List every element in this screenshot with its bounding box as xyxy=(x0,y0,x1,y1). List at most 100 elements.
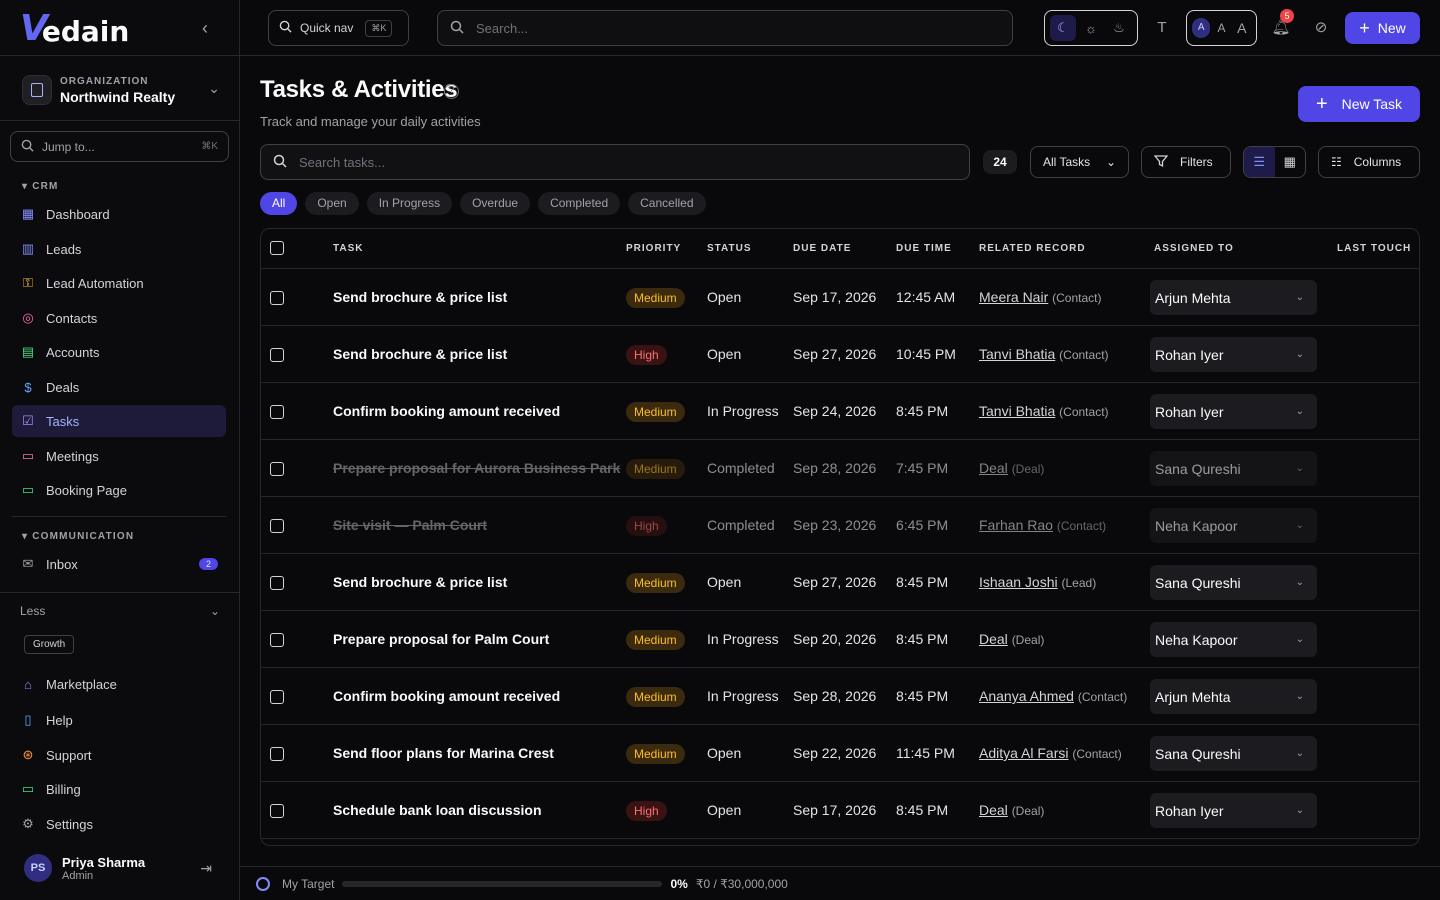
related-record-link[interactable]: Tanvi Bhatia xyxy=(979,346,1055,362)
logout-icon[interactable]: ⇥ xyxy=(200,860,212,877)
font-size-small[interactable]: A xyxy=(1192,18,1211,38)
collapse-sidebar-icon[interactable]: ‹ xyxy=(196,18,214,38)
sidebar-item-help[interactable]: ▯ Help xyxy=(12,704,226,736)
assignee-select[interactable]: Sana Qureshi ⌄ xyxy=(1150,736,1317,771)
assignee-select[interactable]: Sana Qureshi ⌄ xyxy=(1150,451,1317,486)
sidebar-item-contacts[interactable]: ◎ Contacts xyxy=(12,302,226,334)
flame-icon[interactable]: ♨ xyxy=(1106,15,1132,41)
tab-cancelled[interactable]: Cancelled xyxy=(628,192,706,215)
table-row[interactable]: Send brochure & price list Medium Open Sep … xyxy=(261,269,1419,326)
row-checkbox[interactable] xyxy=(270,348,284,362)
section-crm[interactable]: ▾ CRM xyxy=(22,181,59,192)
assignee-select[interactable]: Rohan Iyer ⌄ xyxy=(1150,337,1317,372)
task-name[interactable]: Prepare proposal for Palm Court xyxy=(333,631,549,647)
tab-overdue[interactable]: Overdue xyxy=(460,192,531,215)
tab-in-progress[interactable]: In Progress xyxy=(366,192,453,215)
org-switcher[interactable]: ORGANIZATION Northwind Realty ⌄ xyxy=(12,66,230,114)
table-row[interactable]: Send brochure & price list High Open Sep 27… xyxy=(261,326,1419,383)
task-search-input[interactable]: Search tasks... xyxy=(260,144,970,180)
row-checkbox[interactable] xyxy=(270,405,284,419)
jump-to-input[interactable]: Jump to... ⌘K xyxy=(10,131,229,162)
table-row[interactable]: Schedule bank loan discussion High Open Sep… xyxy=(261,782,1419,839)
row-checkbox[interactable] xyxy=(270,747,284,761)
quick-nav-button[interactable]: Quick nav ⌘K xyxy=(268,10,409,46)
font-size-large[interactable]: A xyxy=(1233,18,1251,38)
help-icon[interactable]: ? xyxy=(444,84,459,99)
section-communication[interactable]: ▾ COMMUNICATION xyxy=(22,531,134,542)
related-record-link[interactable]: Ananya Ahmed xyxy=(979,688,1074,704)
table-row[interactable]: Send floor plans for Marina Crest Medium O… xyxy=(261,725,1419,782)
sidebar-item-marketplace[interactable]: ⌂ Marketplace xyxy=(12,668,226,700)
assignee-select[interactable]: Sana Qureshi ⌄ xyxy=(1150,565,1317,600)
task-name[interactable]: Send brochure & price list xyxy=(333,346,507,362)
moon-icon[interactable]: ☾ xyxy=(1050,15,1076,41)
table-row[interactable]: Send brochure & price list Medium Open Sep … xyxy=(261,554,1419,611)
font-size-medium[interactable]: A xyxy=(1212,18,1230,38)
sidebar-item-inbox[interactable]: ✉ Inbox 2 xyxy=(12,548,226,580)
table-row[interactable]: Prepare proposal for Aurora Business Par… xyxy=(261,440,1419,497)
row-checkbox[interactable] xyxy=(270,291,284,305)
sidebar-item-accounts[interactable]: ▤ Accounts xyxy=(12,336,226,368)
list-view-icon[interactable]: ☰ xyxy=(1244,147,1275,177)
user-profile[interactable]: PS Priya Sharma Admin ⇥ xyxy=(24,852,224,884)
sidebar-item-support[interactable]: ⊛ Support xyxy=(12,739,226,771)
tab-completed[interactable]: Completed xyxy=(538,192,621,215)
row-checkbox[interactable] xyxy=(270,519,284,533)
view-select[interactable]: All Tasks ⌄ xyxy=(1030,146,1129,178)
sidebar-item-leads[interactable]: ▥ Leads xyxy=(12,233,226,265)
task-name[interactable]: Site visit — Palm Court xyxy=(333,517,487,533)
task-name[interactable]: Send brochure & price list xyxy=(333,289,507,305)
row-checkbox[interactable] xyxy=(270,462,284,476)
related-record-link[interactable]: Aditya Al Farsi xyxy=(979,745,1068,761)
assignee-select[interactable]: Rohan Iyer ⌄ xyxy=(1150,394,1317,429)
assignee-select[interactable]: Rohan Iyer ⌄ xyxy=(1150,793,1317,828)
columns-button[interactable]: ☷ Columns xyxy=(1318,146,1420,178)
new-task-button[interactable]: + New Task xyxy=(1298,86,1420,122)
assignee-select[interactable]: Arjun Mehta ⌄ xyxy=(1150,280,1317,315)
sidebar-item-billing[interactable]: ▭ Billing xyxy=(12,773,226,805)
assignee-select[interactable]: Arjun Mehta ⌄ xyxy=(1150,679,1317,714)
table-row[interactable]: Prepare proposal for Palm Court Medium In … xyxy=(261,611,1419,668)
task-name[interactable]: Prepare proposal for Aurora Business Par… xyxy=(333,460,620,476)
task-name[interactable]: Send floor plans for Marina Crest xyxy=(333,745,554,761)
col-task[interactable]: TASK xyxy=(333,243,363,254)
bell-off-icon[interactable]: ⊘ xyxy=(1311,18,1331,38)
table-row[interactable]: Confirm booking amount received Medium In … xyxy=(261,383,1419,440)
related-record-link[interactable]: Deal xyxy=(979,460,1008,476)
col-due-time[interactable]: DUE TIME xyxy=(896,243,952,254)
table-row[interactable]: Confirm booking amount received Medium In … xyxy=(261,668,1419,725)
tab-all[interactable]: All xyxy=(260,192,298,215)
sun-icon[interactable]: ☼ xyxy=(1078,15,1104,41)
sidebar-item-lead-automation[interactable]: ⚿ Lead Automation xyxy=(12,267,226,299)
tab-open[interactable]: Open xyxy=(305,192,359,215)
sidebar-item-deals[interactable]: $ Deals xyxy=(12,371,226,403)
col-status[interactable]: STATUS xyxy=(707,243,752,254)
assignee-select[interactable]: Neha Kapoor ⌄ xyxy=(1150,622,1317,657)
related-record-link[interactable]: Tanvi Bhatia xyxy=(979,403,1055,419)
row-checkbox[interactable] xyxy=(270,804,284,818)
sidebar-item-settings[interactable]: ⚙ Settings xyxy=(12,808,226,840)
row-checkbox[interactable] xyxy=(270,576,284,590)
related-record-link[interactable]: Deal xyxy=(979,631,1008,647)
grid-view-icon[interactable]: ▦ xyxy=(1275,147,1306,177)
task-name[interactable]: Schedule bank loan discussion xyxy=(333,802,542,818)
row-checkbox[interactable] xyxy=(270,690,284,704)
assignee-select[interactable]: Neha Kapoor ⌄ xyxy=(1150,508,1317,543)
related-record-link[interactable]: Meera Nair xyxy=(979,289,1048,305)
col-related-record[interactable]: RELATED RECORD xyxy=(979,243,1086,254)
related-record-link[interactable]: Deal xyxy=(979,802,1008,818)
sidebar-item-tasks[interactable]: ☑ Tasks xyxy=(12,405,226,437)
row-checkbox[interactable] xyxy=(270,633,284,647)
col-priority[interactable]: PRIORITY xyxy=(626,243,681,254)
task-name[interactable]: Send brochure & price list xyxy=(333,574,507,590)
table-row[interactable]: Site visit — Palm Court High Completed Sep … xyxy=(261,497,1419,554)
task-name[interactable]: Confirm booking amount received xyxy=(333,688,560,704)
col-last-touch[interactable]: LAST TOUCH xyxy=(1337,243,1411,254)
related-record-link[interactable]: Farhan Rao xyxy=(979,517,1053,533)
typography-icon[interactable]: T xyxy=(1152,18,1172,38)
global-search-input[interactable]: Search... xyxy=(437,10,1013,46)
col-due-date[interactable]: DUE DATE xyxy=(793,243,851,254)
col-assigned-to[interactable]: ASSIGNED TO xyxy=(1154,243,1234,254)
select-all-checkbox[interactable] xyxy=(270,241,284,255)
sidebar-item-meetings[interactable]: ▭ Meetings xyxy=(12,440,226,472)
